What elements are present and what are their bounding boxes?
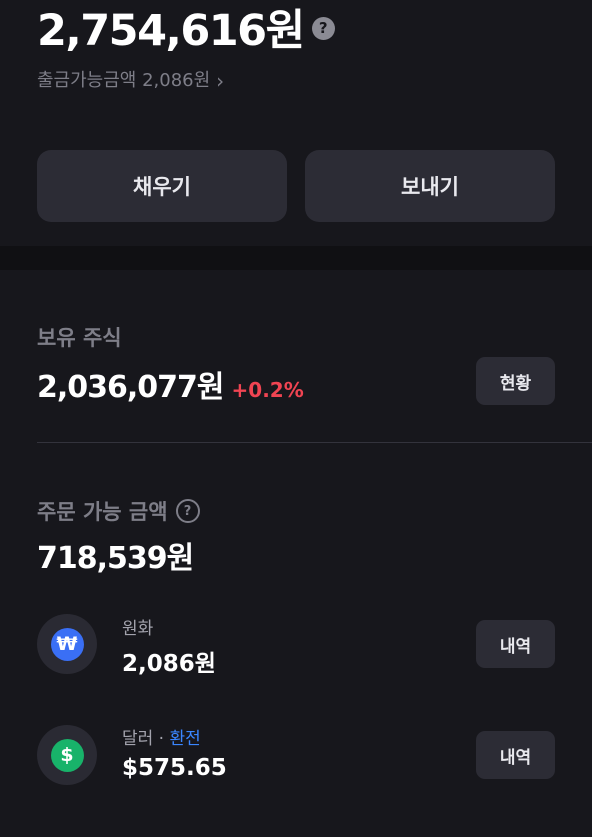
won-icon: ₩ [50, 627, 84, 661]
won-history-button[interactable]: 내역 [476, 620, 555, 668]
fill-button[interactable]: 채우기 [37, 150, 287, 222]
orderable-title: 주문 가능 금액 [37, 500, 168, 524]
dollar-icon: $ [50, 738, 84, 772]
total-amount: 2,754,616원 [37, 6, 305, 56]
dollar-value: $575.65 [122, 755, 227, 781]
chevron-right-icon: › [216, 69, 225, 93]
holdings-title: 보유 주식 [37, 326, 122, 350]
help-icon[interactable]: ? [175, 499, 200, 523]
won-value: 2,086원 [122, 651, 216, 677]
section-divider [0, 246, 592, 270]
account-summary: 2,754,616원 ? 출금가능금액 2,086원 › 채우기 보내기 [0, 0, 592, 246]
won-label: 원화 [122, 619, 154, 639]
exchange-link[interactable]: 환전 [170, 729, 201, 749]
divider [37, 442, 592, 443]
help-icon[interactable]: ? [311, 16, 335, 40]
send-button[interactable]: 보내기 [305, 150, 555, 222]
holdings-amount: 2,036,077원 [37, 370, 225, 405]
dollar-currency-badge: $ [37, 725, 97, 785]
holdings-amount-row: 2,036,077원 +0.2% [37, 362, 304, 406]
withdrawable-amount-link[interactable]: 출금가능금액 2,086원 › [37, 68, 224, 94]
withdrawable-text: 출금가능금액 2,086원 [37, 70, 211, 91]
dollar-label: 달러 [122, 729, 154, 749]
holdings-status-button[interactable]: 현황 [476, 357, 555, 405]
dollar-history-button[interactable]: 내역 [476, 731, 555, 779]
orderable-title-row: 주문 가능 금액 ? [37, 496, 200, 526]
dollar-label-row: 달러 · 환전 [122, 724, 201, 749]
total-balance: 2,754,616원 ? [37, 2, 335, 60]
won-currency-badge: ₩ [37, 614, 97, 674]
orderable-amount: 718,539원 [37, 541, 194, 576]
separator: · [153, 729, 170, 749]
holdings-change: +0.2% [231, 378, 304, 402]
